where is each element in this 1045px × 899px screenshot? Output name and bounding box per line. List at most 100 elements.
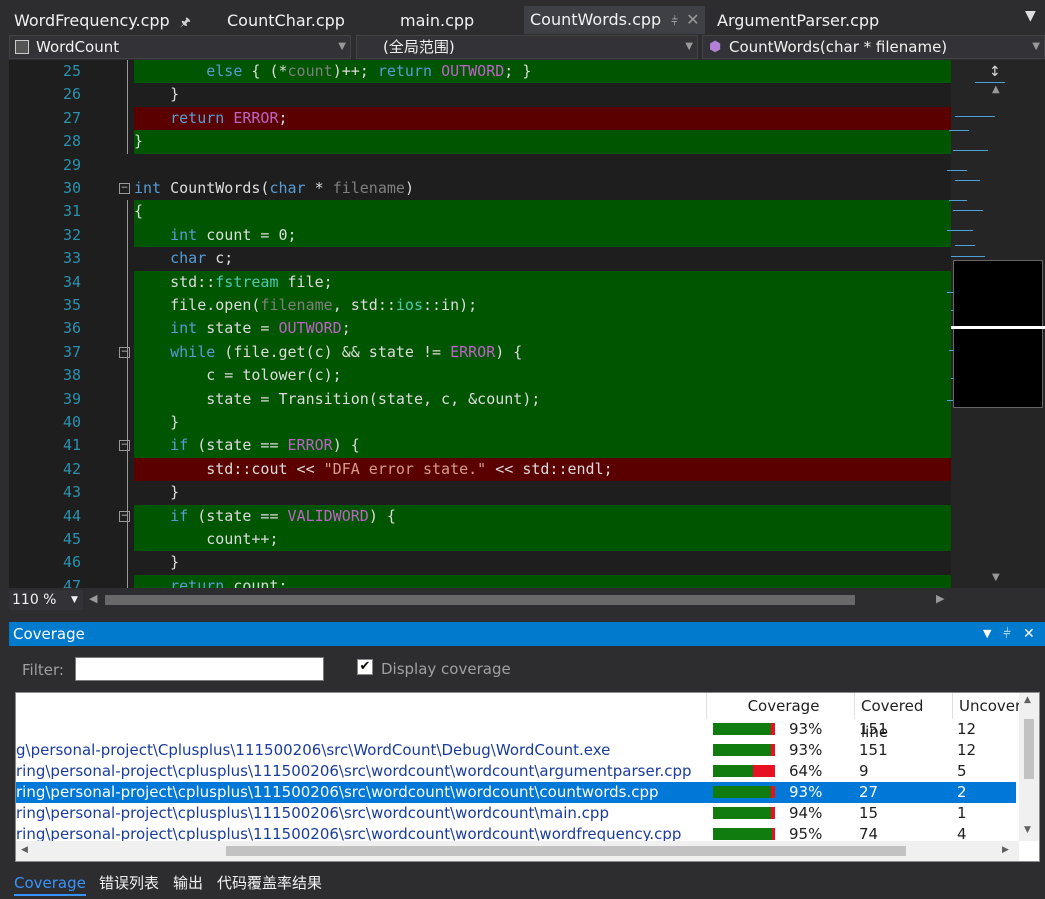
member-dropdown[interactable]: ⬢ CountWords(char * filename) ▼ (702, 35, 1045, 59)
code-text: { (134, 202, 144, 221)
code-line[interactable]: 31 { (9, 200, 951, 224)
tab-countwords[interactable]: CountWords.cpp ⫩ ✕ (524, 6, 706, 34)
code-line[interactable]: 25 else { (*count)++; return OUTWORD; } (9, 60, 951, 84)
zoom-dropdown[interactable]: 110 % ▼ (9, 590, 83, 610)
coverage-row[interactable]: ring\personal-project\cplusplus\11150020… (16, 761, 1016, 782)
tab-output[interactable]: 输出 (173, 872, 203, 894)
collapse-icon[interactable]: − (119, 440, 130, 452)
code-text: } (134, 553, 180, 572)
scroll-left-icon[interactable]: ◀ (21, 845, 28, 855)
code-text: } (134, 132, 144, 151)
minimap-line (955, 116, 995, 117)
column-header-coverage[interactable]: Coverage (706, 693, 854, 719)
column-header-uncovered-lines[interactable]: Uncover (952, 693, 1019, 719)
code-text: } (134, 413, 180, 431)
minimap-viewport[interactable] (953, 260, 1043, 408)
collapse-icon[interactable]: − (119, 346, 130, 358)
code-line[interactable]: 34 std::fstream file; (9, 270, 951, 294)
line-number: 26 (62, 85, 81, 104)
code-line[interactable]: 33 char c; (9, 247, 951, 270)
tab-error-list[interactable]: 错误列表 (99, 872, 159, 894)
pin-icon[interactable]: ⫩ (671, 14, 678, 28)
editor-overview-scrollbar[interactable]: ↕ ▲ ▼ (947, 60, 1045, 588)
tab-list-dropdown-icon[interactable]: ▼ (1025, 8, 1041, 26)
coverage-row[interactable]: ring\personal-project\cplusplus\11150020… (16, 803, 1016, 824)
scope-dropdown[interactable]: (全局范围) ▼ (356, 35, 698, 59)
column-header-name[interactable] (16, 693, 706, 719)
covered-lines: 151 (859, 720, 888, 738)
filter-input[interactable] (75, 657, 324, 681)
code-text: int CountWords(char * filename) (134, 179, 414, 197)
scroll-up-icon[interactable]: ▲ (1024, 695, 1031, 705)
project-dropdown[interactable]: WordCount ▼ (9, 35, 351, 59)
split-editor-icon[interactable]: ↕ (989, 64, 1001, 80)
close-icon[interactable]: ✕ (686, 10, 699, 29)
code-line[interactable]: 44 − if (state == VALIDWORD) { (9, 504, 951, 528)
code-line[interactable]: 27 return ERROR; (9, 106, 951, 131)
line-number: 29 (62, 155, 81, 174)
code-line[interactable]: 38 c = tolower(c); (9, 364, 951, 388)
tab-label: main.cpp (400, 11, 475, 30)
code-text: std::fstream file; (134, 272, 333, 291)
display-coverage-checkbox[interactable]: ✔ (357, 659, 373, 675)
scroll-right-icon[interactable]: ▶ (1002, 845, 1009, 855)
code-line[interactable]: 45 count++; (9, 528, 951, 552)
tab-code-coverage-results[interactable]: 代码覆盖率结果 (217, 872, 322, 894)
tab-argumentparser[interactable]: ArgumentParser.cpp (717, 8, 879, 34)
code-editor[interactable]: 25 else { (*count)++; return OUTWORD; } 2… (9, 60, 951, 588)
vertical-scroll-thumb[interactable] (1024, 719, 1034, 779)
code-line[interactable]: 46 } (9, 551, 951, 574)
coverage-row[interactable]: 93% 151 12 (16, 719, 1016, 740)
code-line[interactable]: 42 std::cout << "DFA error state." << st… (9, 457, 951, 482)
scroll-up-icon[interactable]: ▲ (992, 84, 1000, 95)
code-line[interactable]: 43 } (9, 481, 951, 504)
minimap-line (947, 170, 967, 171)
scroll-left-icon[interactable]: ◀ (89, 592, 97, 605)
horizontal-scrollbar[interactable]: ◀ ▶ (16, 841, 1019, 861)
code-line[interactable]: 39 state = Transition(state, c, &count); (9, 387, 951, 411)
minimap-line (953, 210, 983, 211)
code-line[interactable]: 29 (9, 154, 951, 177)
code-line[interactable]: 30 − int CountWords(char * filename) (9, 177, 951, 200)
scroll-right-icon[interactable]: ▶ (936, 592, 944, 605)
tab-main[interactable]: main.cpp (400, 8, 474, 34)
code-line[interactable]: 28} (9, 130, 951, 154)
panel-menu-icon[interactable]: ▼ (983, 622, 991, 646)
code-text: std::cout << "DFA error state." << std::… (134, 459, 613, 478)
scroll-down-icon[interactable]: ▼ (992, 572, 1000, 583)
navigation-bar: WordCount ▼ (全局范围) ▼ ⬢ CountWords(char *… (0, 35, 1045, 60)
close-icon[interactable]: ✕ (1023, 622, 1035, 646)
tab-coverage[interactable]: Coverage (14, 872, 86, 896)
chevron-down-icon: ▼ (338, 41, 346, 52)
coverage-grid[interactable]: Coverage Covered line Uncover 93% 151 12 g\… (15, 692, 1040, 862)
column-header-covered-lines[interactable]: Covered line (854, 693, 952, 741)
display-coverage-label: Display coverage (381, 660, 511, 678)
pin-icon[interactable]: ⫩ (1003, 622, 1011, 646)
code-line[interactable]: 32 int count = 0; (9, 223, 951, 248)
tab-countchar[interactable]: CountChar.cpp (227, 8, 345, 34)
code-line[interactable]: 36 int state = OUTWORD; (9, 317, 951, 341)
collapse-icon[interactable]: − (119, 183, 130, 194)
code-line[interactable]: 41 − if (state == ERROR) { (9, 434, 951, 458)
coverage-row[interactable]: ring\personal-project\cplusplus\11150020… (16, 782, 1016, 803)
horizontal-scroll-thumb[interactable] (226, 846, 906, 856)
line-number: 43 (62, 483, 81, 502)
coverage-bar-fill (713, 786, 771, 798)
code-text: char c; (170, 249, 234, 268)
code-line[interactable]: 47 return count; (9, 574, 951, 588)
horizontal-scroll-thumb[interactable] (105, 595, 855, 605)
pin-icon[interactable]: 🖈︎ (180, 15, 191, 29)
code-line[interactable]: 37 − while (file.get(c) && state != ERROR… (9, 340, 951, 365)
collapse-icon[interactable]: − (119, 510, 130, 522)
code-line[interactable]: 40 } (9, 411, 951, 435)
code-line[interactable]: 35 file.open(filename, std::ios::in); (9, 294, 951, 318)
code-line[interactable]: 26 } (9, 83, 951, 106)
vertical-scrollbar[interactable]: ▲ ▼ (1019, 693, 1039, 841)
uncovered-lines: 5 (957, 762, 967, 780)
scroll-down-icon[interactable]: ▼ (1024, 825, 1031, 835)
covered-lines: 15 (859, 804, 879, 822)
panel-title: Coverage (13, 625, 85, 643)
line-number: 34 (62, 272, 81, 291)
coverage-row[interactable]: g\personal-project\Cplusplus\111500206\s… (16, 740, 1016, 761)
tab-wordfrequency[interactable]: WordFrequency.cpp 🖈︎ (14, 8, 191, 34)
